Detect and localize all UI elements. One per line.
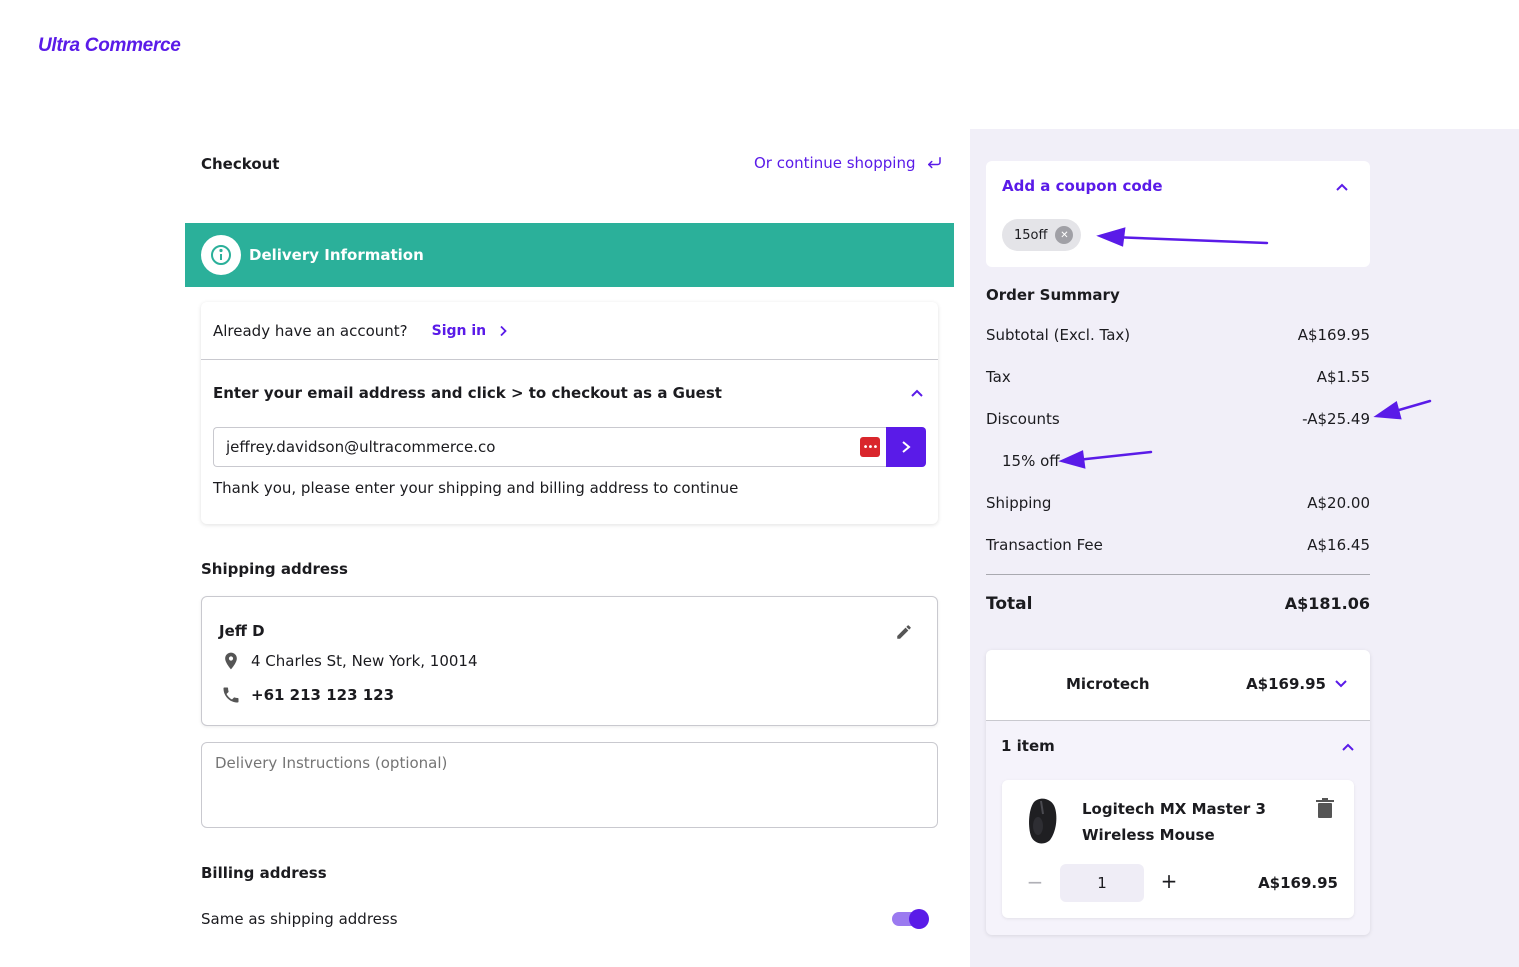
chevron-right-icon [500,325,507,336]
discount-detail: 15% off [1002,452,1060,470]
summary-label: Transaction Fee [986,536,1103,554]
summary-row-tax: Tax A$1.55 [986,368,1370,386]
chevron-up-icon[interactable] [910,388,924,398]
sign-in-label: Sign in [431,322,487,339]
vendor-price-group: A$169.95 [1246,675,1348,693]
continue-shopping-link[interactable]: Or continue shopping [754,154,943,172]
coupon-card: Add a coupon code 15off ✕ [986,161,1370,267]
quantity-input[interactable] [1060,864,1144,902]
shipping-address-title: Shipping address [201,560,348,578]
order-summary-title: Order Summary [986,286,1120,304]
same-as-shipping-toggle[interactable] [892,908,930,930]
summary-total-row: Total A$181.06 [986,594,1370,614]
items-count: 1 item [1001,737,1055,755]
summary-row-discounts: Discounts -A$25.49 [986,410,1370,428]
address-line: 4 Charles St, New York, 10014 [221,651,478,671]
account-row: Already have an account? Sign in [201,302,938,360]
email-field-group: ••• [213,427,926,467]
info-icon [201,235,241,275]
summary-value: A$169.95 [1297,326,1370,344]
total-label: Total [986,594,1033,614]
product-card: Logitech MX Master 3 Wireless Mouse − + … [1002,780,1354,918]
phone-icon [223,687,239,703]
guest-checkout-header[interactable]: Enter your email address and click > to … [201,360,938,426]
phone-line: +61 213 123 123 [221,685,394,705]
vendor-header[interactable]: Microtech A$169.95 [986,650,1370,721]
vendor-price: A$169.95 [1246,675,1326,693]
vendor-card: Microtech A$169.95 1 item Logitech MX Ma… [986,650,1370,935]
trash-icon[interactable] [1316,798,1334,818]
continue-shopping-label: Or continue shopping [754,154,916,172]
summary-row-shipping: Shipping A$20.00 [986,494,1370,512]
summary-value: A$16.45 [1307,536,1370,554]
submit-email-button[interactable] [886,427,926,467]
brand-logo[interactable]: Ultra Commerce [38,35,181,57]
increase-quantity-button[interactable]: + [1160,870,1178,892]
guest-checkout-prompt: Enter your email address and click > to … [213,384,722,402]
add-coupon-toggle[interactable]: Add a coupon code [1002,177,1163,195]
chevron-right-icon [902,441,911,453]
address-text: 4 Charles St, New York, 10014 [251,652,478,670]
summary-row-transaction-fee: Transaction Fee A$16.45 [986,536,1370,554]
summary-value: -A$25.49 [1302,410,1370,428]
summary-label: Tax [986,368,1011,386]
product-name: Logitech MX Master 3 Wireless Mouse [1082,800,1266,844]
location-pin-icon [225,652,237,670]
summary-label: Discounts [986,410,1060,428]
decrease-quantity-button[interactable]: − [1026,872,1044,892]
pencil-icon[interactable] [895,623,913,641]
shipping-address-card[interactable]: Jeff D 4 Charles St, New York, 10014 +61… [201,596,938,726]
remove-coupon-icon[interactable]: ✕ [1055,226,1074,244]
summary-value: A$20.00 [1307,494,1370,512]
account-prompt: Already have an account? [213,321,408,340]
items-header[interactable]: 1 item [986,721,1370,773]
total-value: A$181.06 [1284,594,1370,613]
sign-in-link[interactable]: Sign in [432,323,509,339]
return-arrow-icon [928,157,942,169]
chevron-up-icon[interactable] [1340,739,1356,755]
recipient-name: Jeff D [219,622,265,640]
toggle-knob [909,909,929,929]
phone-text: +61 213 123 123 [251,686,395,704]
delivery-instructions-input[interactable] [201,742,938,828]
summary-row-subtotal: Subtotal (Excl. Tax) A$169.95 [986,326,1370,344]
coupon-chip: 15off ✕ [1002,219,1082,251]
summary-label: Shipping [986,494,1052,512]
coupon-code: 15off [1014,227,1048,243]
guest-confirmation-text: Thank you, please enter your shipping an… [213,479,739,497]
product-price: A$169.95 [1258,874,1338,892]
summary-label: Subtotal (Excl. Tax) [986,326,1131,344]
account-card: Already have an account? Sign in Enter y… [201,302,938,524]
password-manager-icon[interactable]: ••• [860,437,880,457]
chevron-up-icon[interactable] [1334,179,1350,195]
page-title: Checkout [201,155,280,173]
delivery-information-header: Delivery Information [185,223,954,287]
summary-value: A$1.55 [1316,368,1370,386]
same-as-shipping-label: Same as shipping address [201,910,398,928]
billing-address-title: Billing address [201,864,327,882]
email-input[interactable] [213,427,886,467]
chevron-down-icon[interactable] [1334,679,1348,689]
summary-divider [986,574,1370,575]
delivery-information-label: Delivery Information [249,246,424,264]
mouse-product-image [1029,798,1057,844]
vendor-name: Microtech [1066,675,1150,693]
